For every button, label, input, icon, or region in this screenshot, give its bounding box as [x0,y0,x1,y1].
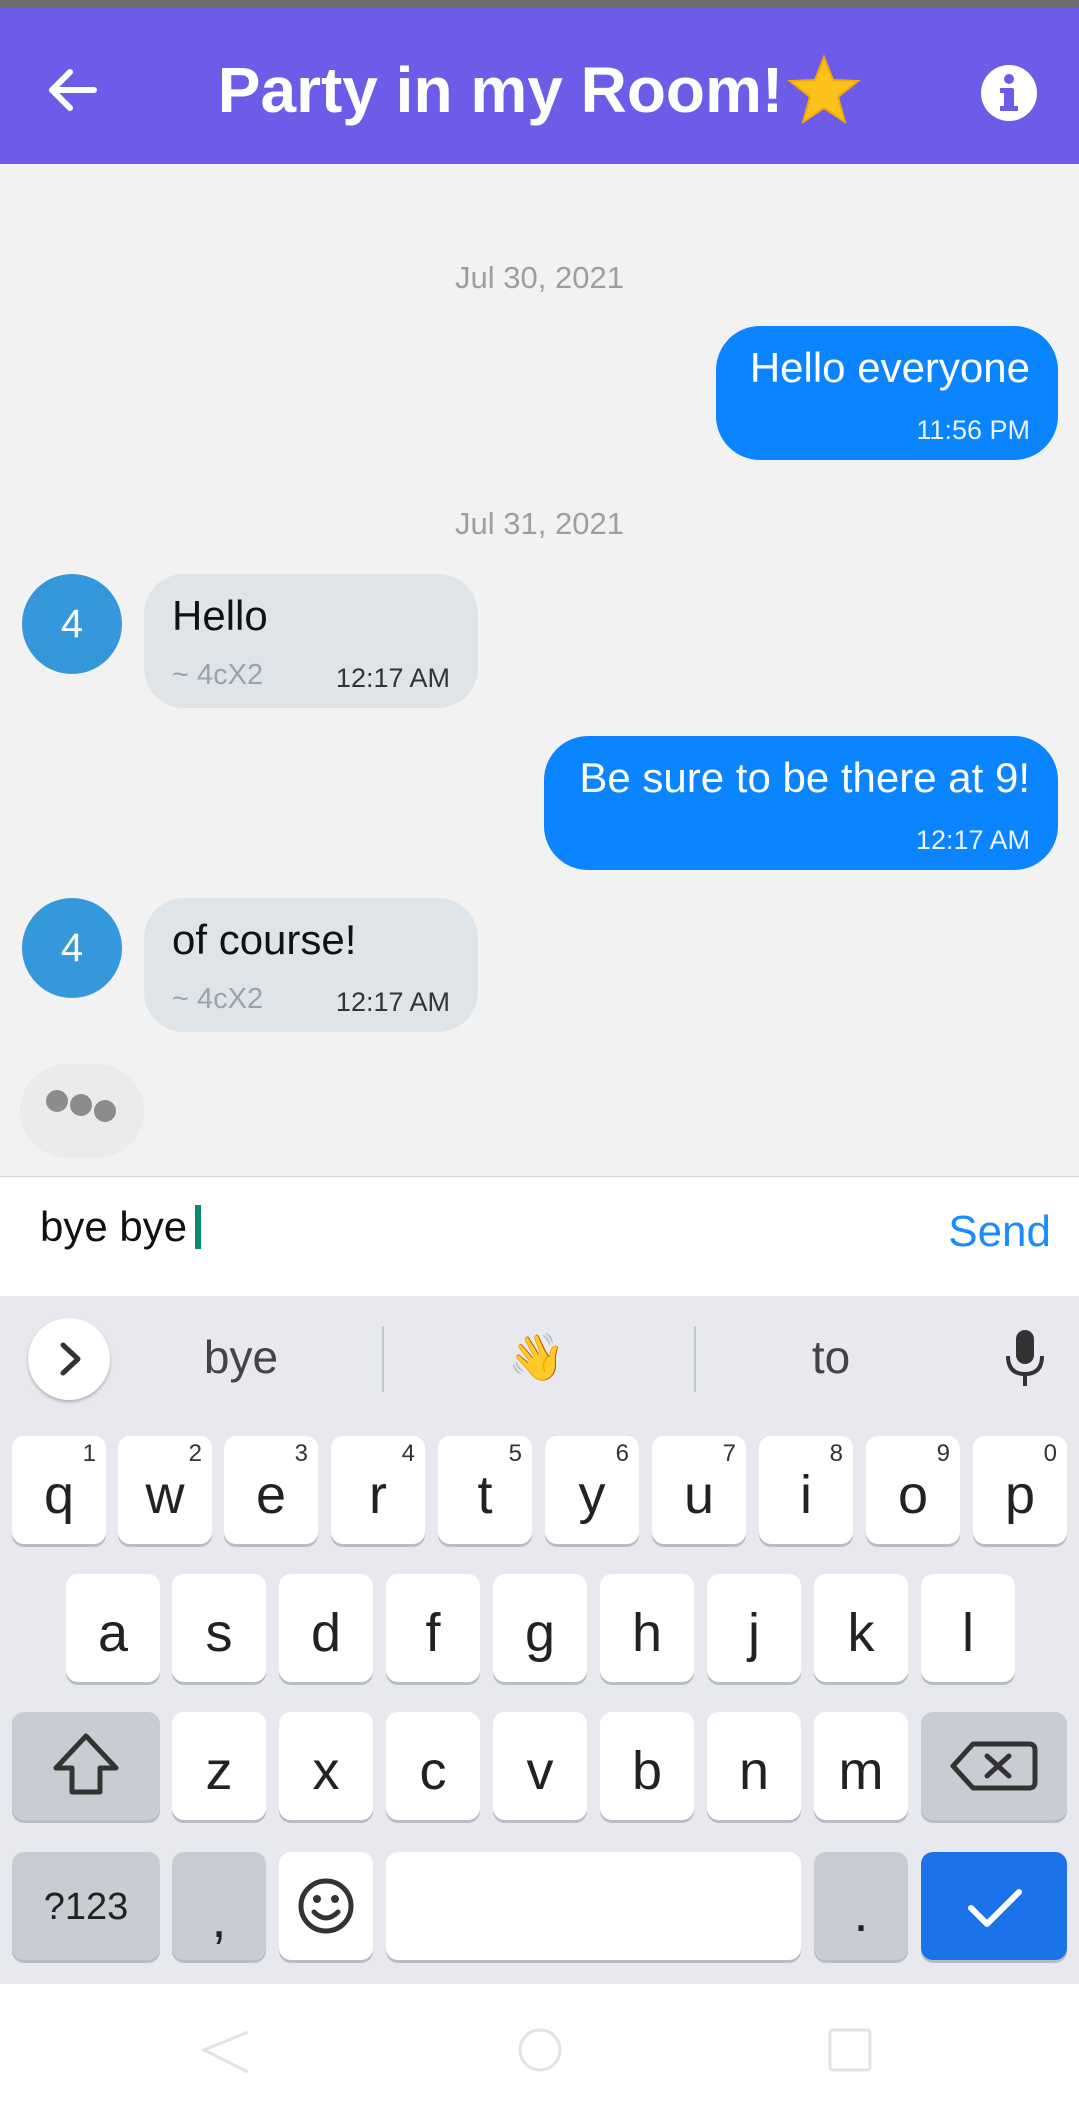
message-text: Hello [172,592,268,639]
key-p[interactable]: p0 [973,1436,1067,1544]
message-input[interactable]: bye bye [40,1203,202,1251]
space-key[interactable] [386,1852,801,1960]
room-title: Party in my Room! [217,54,784,126]
key-t[interactable]: t5 [438,1436,532,1544]
backspace-icon [950,1741,1038,1791]
key-i[interactable]: i8 [759,1436,853,1544]
microphone-icon[interactable] [1000,1328,1050,1390]
star-emoji-icon [787,54,861,125]
symbols-key[interactable]: ?123 [12,1852,160,1960]
key-u[interactable]: u7 [652,1436,746,1544]
suggestion-item[interactable]: 👋 [412,1330,662,1385]
enter-key[interactable] [921,1852,1067,1960]
status-bar-strip [0,0,1079,8]
key-c[interactable]: c [386,1712,480,1820]
comma-key[interactable]: , [172,1852,266,1960]
smiley-icon [298,1878,354,1934]
key-v[interactable]: v [493,1712,587,1820]
app-bar: Party in my Room! [0,8,1079,164]
suggestion-bar: bye 👋 to [0,1296,1079,1420]
key-h[interactable]: h [600,1574,694,1682]
key-l[interactable]: l [921,1574,1015,1682]
message-time: 12:17 AM [335,987,450,1017]
backspace-key[interactable] [921,1712,1067,1820]
message-time: 11:56 PM [916,415,1030,445]
shift-key[interactable] [12,1712,160,1820]
info-circle-icon[interactable] [980,64,1038,122]
message-sender: ~ 4cX2 [172,659,264,691]
key-a[interactable]: a [66,1574,160,1682]
message-composer: bye bye Send [0,1176,1079,1297]
key-q[interactable]: q1 [12,1436,106,1544]
avatar[interactable]: 4 [22,898,122,998]
message-input-value: bye bye [40,1203,188,1250]
message-time: 12:17 AM [915,825,1030,855]
date-separator: Jul 31, 2021 [455,506,624,541]
shift-arrow-icon [53,1733,119,1795]
message-time: 12:17 AM [335,663,450,693]
key-n[interactable]: n [707,1712,801,1820]
suggestion-divider [694,1326,696,1392]
key-e[interactable]: e3 [224,1436,318,1544]
message-sender: ~ 4cX2 [172,983,264,1015]
checkmark-icon [968,1889,1022,1927]
key-r[interactable]: r4 [331,1436,425,1544]
page-title: Party in my Room! [0,50,1079,130]
key-y[interactable]: y6 [545,1436,639,1544]
key-k[interactable]: k [814,1574,908,1682]
key-f[interactable]: f [386,1574,480,1682]
typing-indicator [20,1064,144,1158]
key-w[interactable]: w2 [118,1436,212,1544]
message-bubble-incoming[interactable]: Hello ~ 4cX2 12:17 AM [144,574,478,708]
key-o[interactable]: o9 [866,1436,960,1544]
date-separator: Jul 30, 2021 [455,260,624,295]
message-text: Be sure to be there at 9! [579,754,1030,801]
key-b[interactable]: b [600,1712,694,1820]
message-text: of course! [172,916,357,963]
key-m[interactable]: m [814,1712,908,1820]
message-bubble-outgoing[interactable]: Hello everyone 11:56 PM [716,326,1058,460]
message-bubble-incoming[interactable]: of course! ~ 4cX2 12:17 AM [144,898,478,1032]
typing-dot [94,1100,116,1122]
avatar[interactable]: 4 [22,574,122,674]
key-g[interactable]: g [493,1574,587,1682]
suggestion-item[interactable]: to [706,1330,956,1384]
typing-dot [70,1094,92,1116]
key-s[interactable]: s [172,1574,266,1682]
typing-dot [46,1090,68,1112]
suggestion-divider [382,1326,384,1392]
nav-home-icon[interactable] [516,2026,564,2074]
text-cursor [195,1205,202,1249]
message-bubble-outgoing[interactable]: Be sure to be there at 9! 12:17 AM [544,736,1058,870]
emoji-key[interactable] [279,1852,373,1960]
send-button[interactable]: Send [948,1207,1051,1257]
message-list[interactable]: Jul 30, 2021 Hello everyone 11:56 PM Jul… [0,164,1079,1176]
suggestion-item[interactable]: bye [116,1330,366,1384]
expand-toolbar-button[interactable] [28,1318,110,1400]
key-d[interactable]: d [279,1574,373,1682]
nav-back-icon[interactable] [200,2028,252,2076]
period-key[interactable]: . [814,1852,908,1960]
soft-keyboard: bye 👋 to q1 w2 e3 r4 t5 y6 u7 i8 o9 p0 a… [0,1296,1079,1984]
message-text: Hello everyone [749,344,1030,391]
key-z[interactable]: z [172,1712,266,1820]
key-x[interactable]: x [279,1712,373,1820]
nav-recents-icon[interactable] [826,2026,874,2074]
chevron-right-icon [60,1342,81,1376]
key-j[interactable]: j [707,1574,801,1682]
system-navigation-bar [0,1984,1079,2116]
